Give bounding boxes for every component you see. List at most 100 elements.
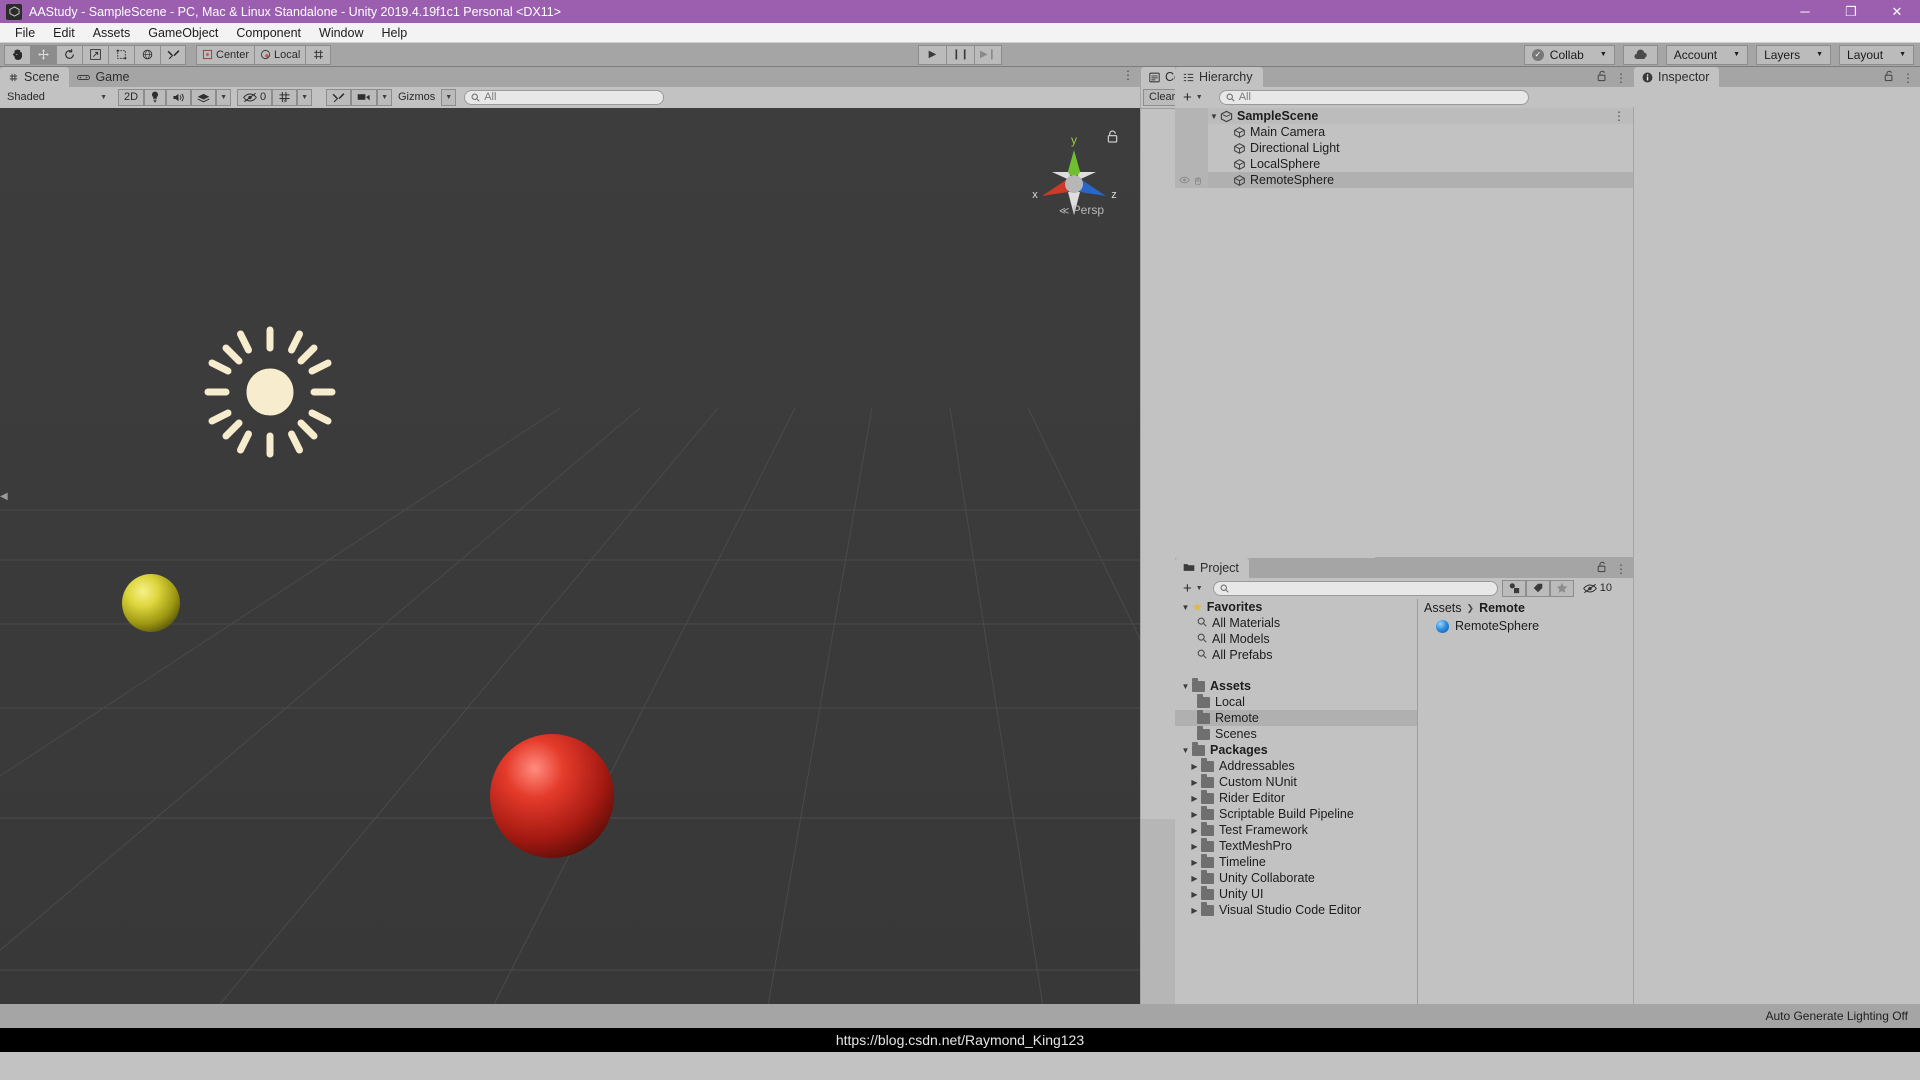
- project-tree-assets[interactable]: ▼ Assets: [1175, 677, 1417, 694]
- hierarchy-lock-icon[interactable]: [1597, 70, 1607, 85]
- inspector-options-kebab-icon[interactable]: ⋮: [1902, 72, 1914, 84]
- menu-item-help[interactable]: Help: [372, 23, 416, 43]
- rect-tool-button[interactable]: [108, 44, 134, 65]
- project-add-button[interactable]: + ▼: [1177, 580, 1209, 597]
- project-tree-all-materials[interactable]: All Materials: [1175, 615, 1417, 631]
- project-tree-all-prefabs[interactable]: All Prefabs: [1175, 647, 1417, 663]
- chevron-down-icon[interactable]: ▼: [1179, 746, 1192, 755]
- custom-editor-tool-button[interactable]: [160, 44, 186, 65]
- project-search-input[interactable]: [1212, 580, 1498, 596]
- scene-fx-toggle[interactable]: [191, 88, 217, 106]
- chevron-right-icon[interactable]: ▶: [1188, 826, 1201, 835]
- scene-camera-dropdown[interactable]: ▼: [377, 88, 392, 106]
- hierarchy-search-input[interactable]: All: [1218, 89, 1529, 105]
- scene-left-collapse-arrow[interactable]: ◀: [0, 488, 8, 504]
- menu-item-window[interactable]: Window: [310, 23, 372, 43]
- scene-hidden-objects-toggle[interactable]: 0: [237, 88, 273, 106]
- chevron-right-icon[interactable]: ▶: [1188, 890, 1201, 899]
- menu-item-component[interactable]: Component: [227, 23, 310, 43]
- step-button[interactable]: ▶❙: [974, 44, 1002, 65]
- chevron-down-icon[interactable]: ▼: [1179, 603, 1192, 612]
- hierarchy-item-directional-light[interactable]: Directional Light: [1175, 140, 1633, 156]
- minimize-button[interactable]: ─: [1782, 0, 1828, 23]
- project-tree-unity-ui[interactable]: ▶ Unity UI: [1175, 885, 1417, 902]
- chevron-right-icon[interactable]: ▶: [1188, 874, 1201, 883]
- menu-item-assets[interactable]: Assets: [84, 23, 140, 43]
- tab-hierarchy[interactable]: Hierarchy: [1175, 67, 1263, 87]
- tab-scene[interactable]: Scene: [0, 67, 70, 87]
- grid-snap-button[interactable]: [305, 44, 332, 65]
- pivot-mode-button[interactable]: Center: [196, 44, 255, 65]
- gizmos-button[interactable]: Gizmos: [392, 89, 441, 106]
- transform-tool-button[interactable]: [134, 44, 160, 65]
- scene-grid-dropdown[interactable]: ▼: [297, 88, 313, 106]
- rotate-tool-button[interactable]: [56, 44, 82, 65]
- scene-search-input[interactable]: All: [464, 89, 665, 105]
- project-tree-scenes[interactable]: Scenes: [1175, 725, 1417, 742]
- chevron-right-icon[interactable]: ▶: [1188, 842, 1201, 851]
- scene-options-kebab-icon[interactable]: ⋮: [1122, 69, 1134, 81]
- hierarchy-tree[interactable]: ▼ SampleScene ⋮ Main Camera Directional …: [1175, 108, 1633, 557]
- project-tree[interactable]: ▼ ★ Favorites All Materials All Models A…: [1175, 599, 1418, 1025]
- layout-button[interactable]: Layout ▼: [1839, 44, 1914, 65]
- project-tree-all-models[interactable]: All Models: [1175, 631, 1417, 647]
- hierarchy-options-kebab-icon[interactable]: ⋮: [1615, 72, 1627, 84]
- scene-lighting-toggle[interactable]: [144, 88, 167, 106]
- hierarchy-item-remotesphere[interactable]: RemoteSphere: [1175, 172, 1633, 188]
- project-tree-test-framework[interactable]: ▶ Test Framework: [1175, 821, 1417, 838]
- maximize-button[interactable]: ❐: [1828, 0, 1874, 23]
- close-button[interactable]: ✕: [1874, 0, 1920, 23]
- pivot-rotation-button[interactable]: Local: [254, 44, 306, 65]
- project-filter-by-label-button[interactable]: [1525, 579, 1550, 597]
- scene-grid-visibility-toggle[interactable]: y: [272, 88, 298, 106]
- scene-context-kebab-icon[interactable]: ⋮: [1613, 110, 1625, 122]
- chevron-down-icon[interactable]: ▼: [1179, 682, 1192, 691]
- scene-viewport[interactable]: y x z ≪ Persp ◀: [0, 108, 1140, 1052]
- tab-project[interactable]: Project: [1175, 558, 1249, 578]
- project-tree-addressables[interactable]: ▶ Addressables: [1175, 757, 1417, 774]
- project-hidden-count[interactable]: 10: [1578, 580, 1617, 597]
- project-tree-packages[interactable]: ▼ Packages: [1175, 741, 1417, 758]
- tab-inspector[interactable]: Inspector: [1634, 67, 1720, 87]
- project-tree-unity-collaborate[interactable]: ▶ Unity Collaborate: [1175, 869, 1417, 886]
- chevron-down-icon[interactable]: ▼: [1208, 112, 1220, 121]
- hand-tool-button[interactable]: [4, 44, 30, 65]
- scene-fx-dropdown[interactable]: ▼: [216, 88, 231, 106]
- draw-mode-dropdown[interactable]: Shaded ▼: [2, 88, 112, 106]
- project-lock-icon[interactable]: [1597, 561, 1607, 576]
- collab-button[interactable]: ✓ Collab ▼: [1523, 44, 1615, 65]
- project-asset-remotesphere[interactable]: RemoteSphere: [1418, 617, 1633, 635]
- scene-audio-toggle[interactable]: [166, 88, 192, 106]
- scene-orientation-gizmo[interactable]: y x z: [1026, 130, 1122, 240]
- chevron-right-icon[interactable]: ▶: [1188, 762, 1201, 771]
- project-options-kebab-icon[interactable]: ⋮: [1615, 563, 1627, 575]
- chevron-right-icon[interactable]: ▶: [1188, 906, 1201, 915]
- menu-item-file[interactable]: File: [6, 23, 44, 43]
- pause-button[interactable]: ❙❙: [946, 44, 974, 65]
- breadcrumb-assets[interactable]: Assets: [1424, 601, 1462, 615]
- project-tree-timeline[interactable]: ▶ Timeline: [1175, 853, 1417, 870]
- inspector-content[interactable]: [1634, 87, 1920, 1052]
- project-tree-rider-editor[interactable]: ▶ Rider Editor: [1175, 789, 1417, 806]
- scene-gizmo-lock-icon[interactable]: [1107, 130, 1118, 146]
- hierarchy-item-samplescene[interactable]: ▼ SampleScene ⋮: [1175, 108, 1633, 124]
- project-tree-remote[interactable]: Remote: [1175, 709, 1417, 726]
- project-favorites-button[interactable]: [1549, 579, 1574, 597]
- project-contents[interactable]: Assets ❯ Remote RemoteSphere: [1418, 599, 1633, 1025]
- breadcrumb-remote[interactable]: Remote: [1479, 601, 1525, 615]
- layers-button[interactable]: Layers ▼: [1756, 44, 1832, 65]
- account-button[interactable]: Account ▼: [1665, 44, 1749, 65]
- scene-view-mode-label[interactable]: ≪ Persp: [1059, 203, 1104, 217]
- scale-tool-button[interactable]: [82, 44, 108, 65]
- project-tree-custom-nunit[interactable]: ▶ Custom NUnit: [1175, 773, 1417, 790]
- project-tree-favorites[interactable]: ▼ ★ Favorites: [1175, 599, 1417, 615]
- menu-item-edit[interactable]: Edit: [44, 23, 84, 43]
- project-filter-by-type-button[interactable]: [1501, 579, 1526, 597]
- gizmos-dropdown[interactable]: ▼: [441, 88, 457, 106]
- inspector-lock-icon[interactable]: [1884, 70, 1894, 85]
- 2d-toggle-button[interactable]: 2D: [118, 88, 145, 106]
- chevron-right-icon[interactable]: ▶: [1188, 810, 1201, 819]
- tab-game[interactable]: Game: [69, 67, 140, 87]
- chevron-right-icon[interactable]: ▶: [1188, 794, 1201, 803]
- project-tree-local[interactable]: Local: [1175, 693, 1417, 710]
